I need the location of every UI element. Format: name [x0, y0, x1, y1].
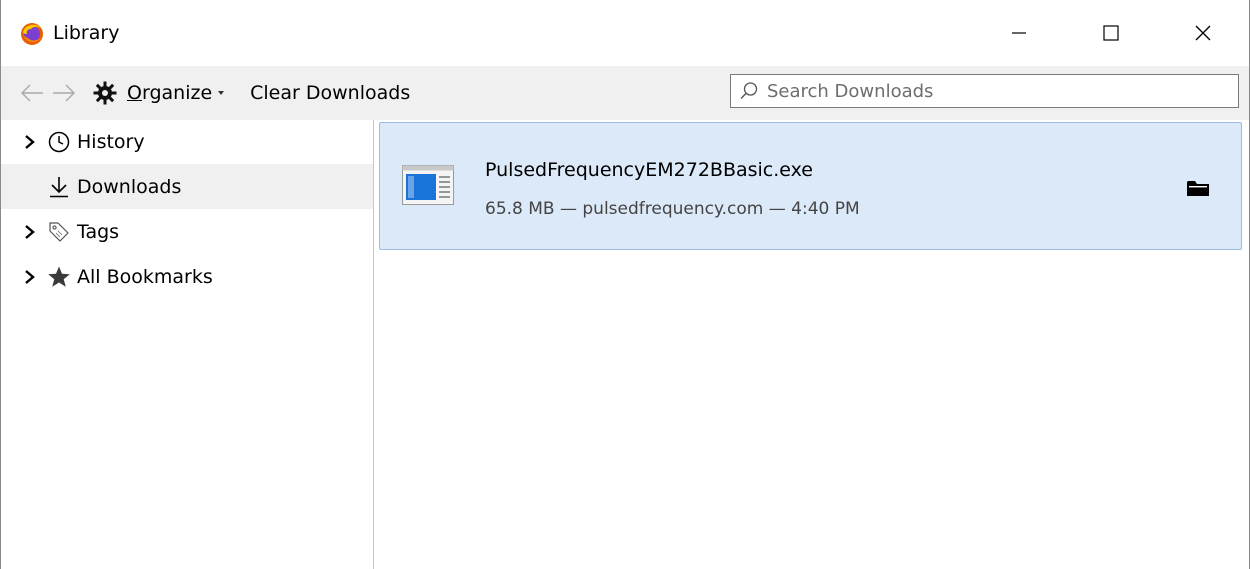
- forward-arrow-icon: [53, 84, 75, 102]
- sidebar-item-all-bookmarks[interactable]: All Bookmarks: [1, 254, 373, 299]
- library-content: History Downloads Tags All Bookmarks Pul…: [1, 120, 1249, 569]
- download-icon: [47, 175, 71, 199]
- sidebar-item-label: Downloads: [77, 175, 182, 198]
- minimize-button[interactable]: [973, 0, 1065, 66]
- gear-icon: [93, 81, 117, 105]
- expand-chevron-icon[interactable]: [23, 134, 37, 150]
- download-item[interactable]: PulsedFrequencyEM272BBasic.exe 65.8 MB —…: [379, 122, 1242, 250]
- title-bar[interactable]: Library: [1, 0, 1249, 66]
- sidebar-item-tags[interactable]: Tags: [1, 209, 373, 254]
- maximize-icon: [1103, 25, 1119, 41]
- close-icon: [1195, 25, 1211, 41]
- expand-chevron-icon[interactable]: [23, 224, 37, 240]
- clear-downloads-button[interactable]: Clear Downloads: [250, 82, 410, 104]
- organize-menu-button[interactable]: Organize: [93, 81, 225, 105]
- search-icon: [739, 81, 759, 101]
- firefox-logo-icon: [19, 20, 45, 46]
- show-in-folder-button[interactable]: [1185, 177, 1211, 199]
- toolbar: Organize Clear Downloads: [1, 66, 1249, 120]
- window-controls: [973, 0, 1249, 66]
- sidebar-item-history[interactable]: History: [1, 120, 373, 164]
- tag-icon: [47, 220, 71, 244]
- expand-chevron-icon[interactable]: [23, 269, 37, 285]
- maximize-button[interactable]: [1065, 0, 1157, 66]
- downloads-list[interactable]: PulsedFrequencyEM272BBasic.exe 65.8 MB —…: [374, 120, 1249, 569]
- sidebar-item-downloads[interactable]: Downloads: [1, 164, 373, 209]
- sidebar-item-label: Tags: [77, 220, 120, 243]
- folder-icon: [1187, 181, 1209, 196]
- sidebar-item-label: All Bookmarks: [77, 265, 213, 288]
- close-button[interactable]: [1157, 0, 1249, 66]
- back-arrow-icon: [21, 84, 43, 102]
- back-button[interactable]: [17, 78, 47, 108]
- forward-button[interactable]: [49, 78, 79, 108]
- download-file-name: PulsedFrequencyEM272BBasic.exe: [485, 159, 813, 181]
- download-status: 65.8 MB — pulsedfrequency.com — 4:40 PM: [485, 199, 860, 219]
- dropdown-arrow-icon: [218, 91, 225, 95]
- clock-icon: [47, 130, 71, 154]
- places-tree[interactable]: History Downloads Tags All Bookmarks: [1, 120, 374, 569]
- window-title: Library: [53, 22, 120, 44]
- organize-label: Organize: [127, 82, 213, 104]
- library-window: Library Organize Clear Downloads Search …: [0, 0, 1250, 569]
- search-field[interactable]: [730, 74, 1239, 108]
- sidebar-item-label: History: [77, 131, 145, 153]
- executable-file-icon: [402, 165, 454, 209]
- search-input[interactable]: [767, 80, 1207, 102]
- minimize-icon: [1012, 32, 1026, 34]
- star-icon: [47, 265, 71, 289]
